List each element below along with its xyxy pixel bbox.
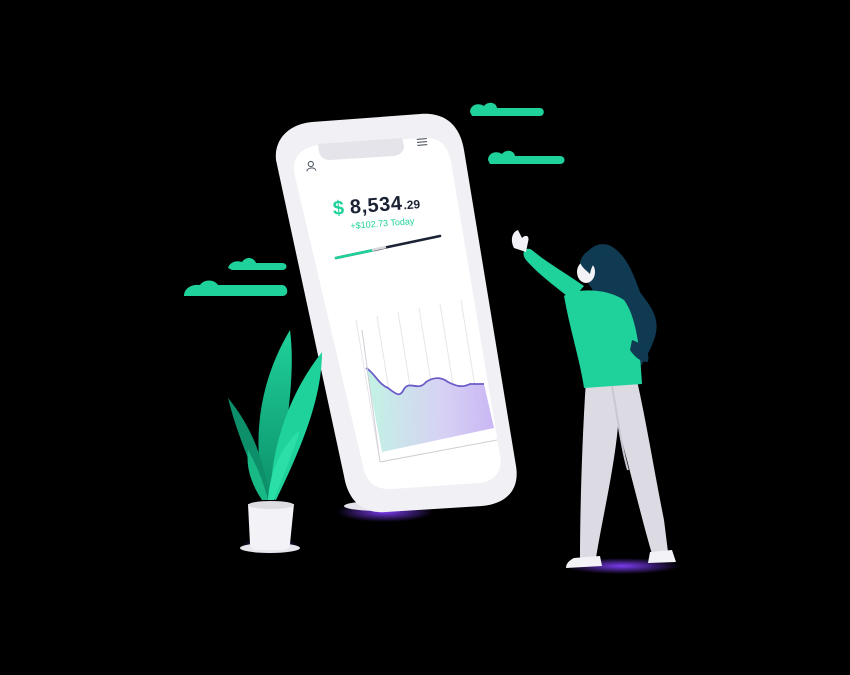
cloud bbox=[184, 280, 288, 296]
plant-pot bbox=[248, 504, 294, 550]
shoe bbox=[566, 556, 602, 568]
raised-arm bbox=[523, 248, 584, 300]
potted-plant bbox=[228, 330, 322, 554]
cloud bbox=[228, 257, 287, 270]
woman-figure bbox=[511, 230, 680, 574]
shoe bbox=[648, 550, 676, 563]
cloud bbox=[488, 150, 565, 164]
legs bbox=[580, 376, 668, 560]
illustration bbox=[184, 102, 680, 574]
cloud bbox=[470, 102, 544, 116]
hand bbox=[511, 230, 529, 252]
phone bbox=[275, 113, 517, 522]
